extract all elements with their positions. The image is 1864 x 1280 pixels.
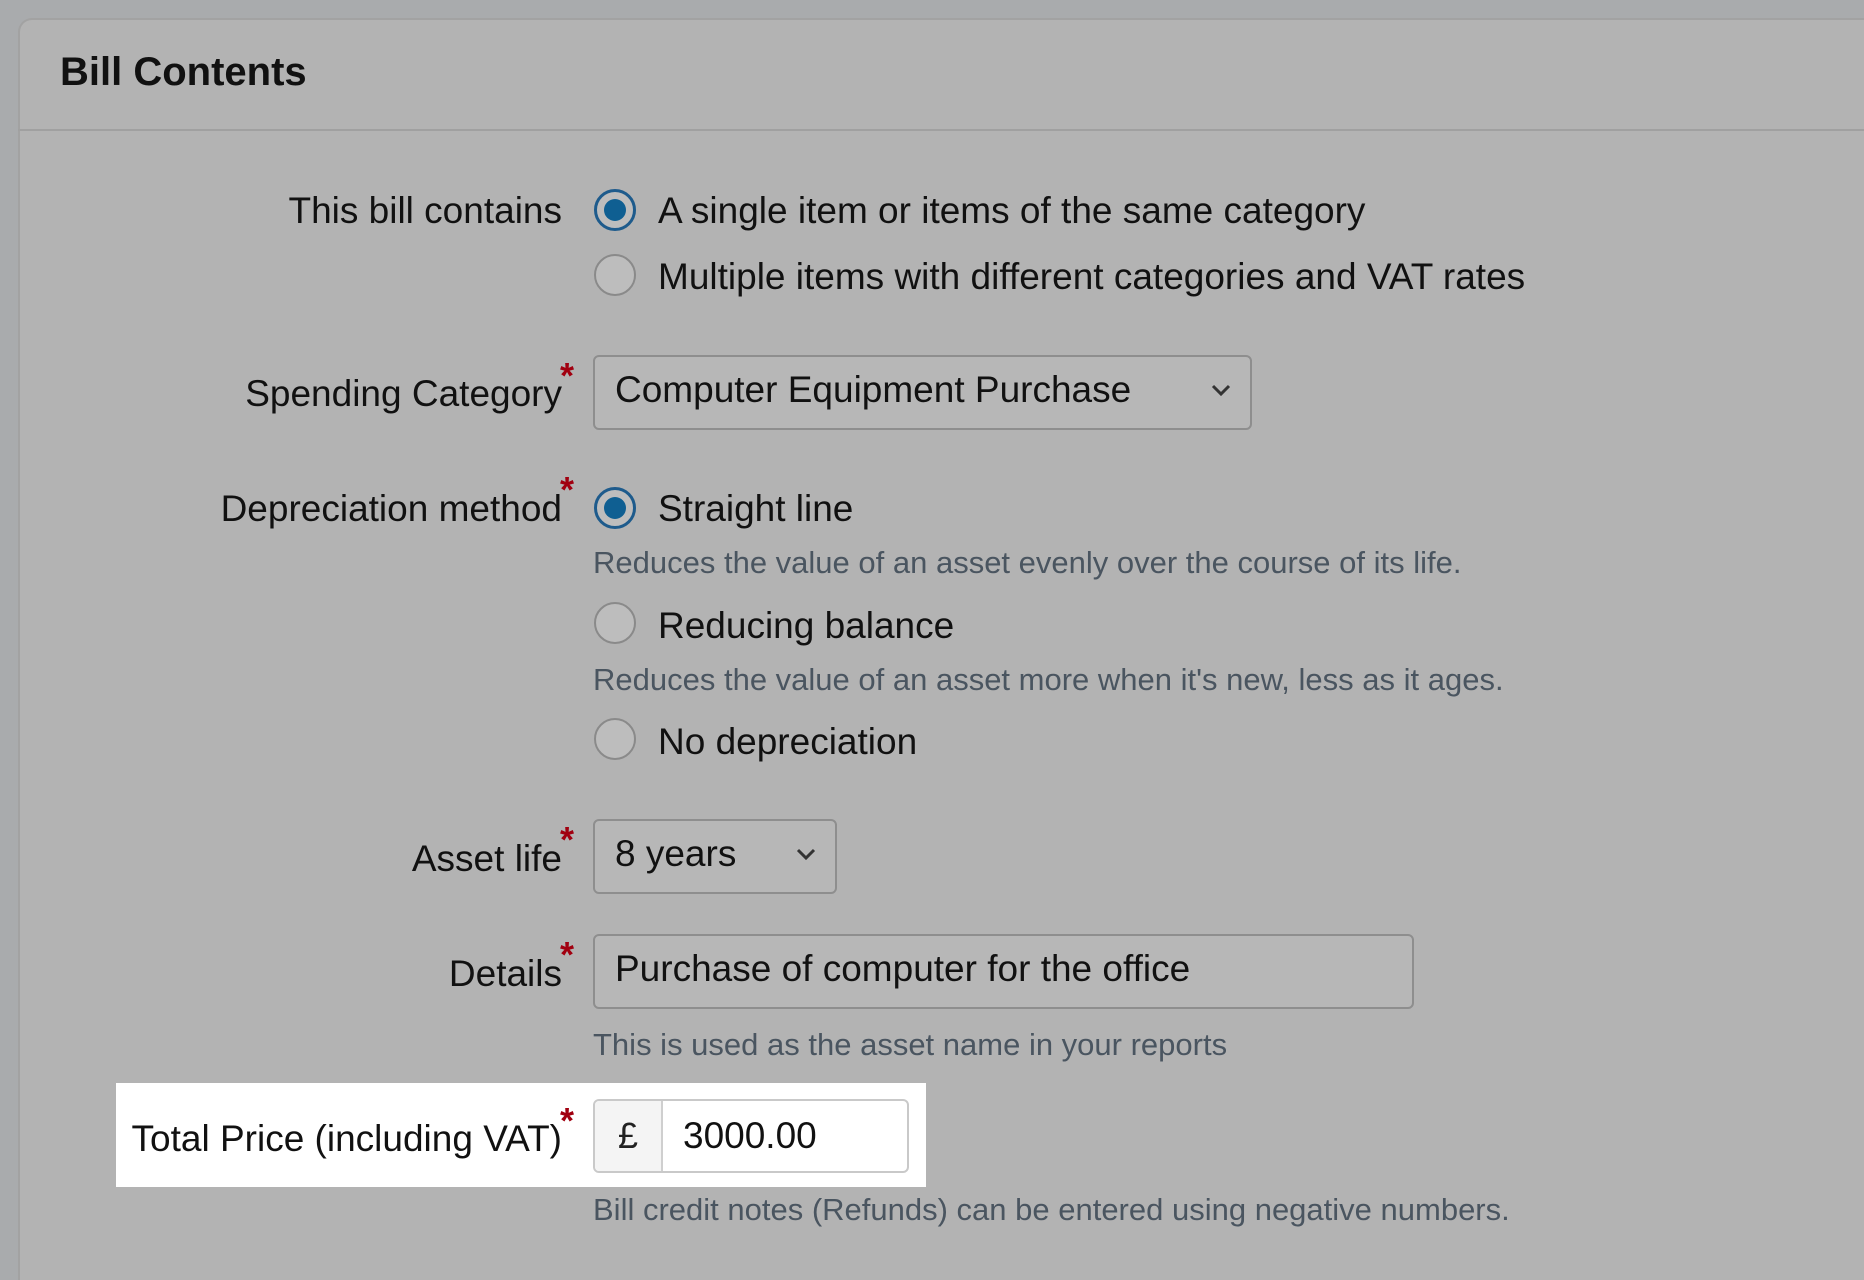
asset-life-value: 8 years (615, 833, 737, 874)
total-price-input[interactable]: 3000.00 (663, 1101, 907, 1171)
radio-reducing-balance[interactable] (594, 602, 636, 644)
option-single-item-label[interactable]: A single item or items of the same categ… (658, 190, 1365, 232)
radio-no-depreciation[interactable] (594, 718, 636, 760)
details-input[interactable]: Purchase of computer for the office (593, 934, 1414, 1009)
panel-title: Bill Contents (60, 50, 307, 94)
details-value: Purchase of computer for the office (615, 948, 1191, 989)
required-marker: * (560, 355, 575, 396)
required-marker: * (560, 934, 575, 975)
depreciation-method-label: Depreciation method (220, 488, 562, 529)
required-marker: * (560, 1100, 575, 1141)
chevron-down-icon (1211, 384, 1231, 397)
chevron-down-icon (796, 848, 816, 861)
required-marker: * (560, 469, 575, 510)
spending-category-label: Spending Category (245, 373, 562, 414)
details-label: Details (448, 953, 562, 994)
currency-symbol: £ (595, 1101, 663, 1171)
bill-contains-label: This bill contains (288, 190, 562, 231)
asset-life-label: Asset life (411, 838, 562, 879)
reducing-balance-hint: Reduces the value of an asset more when … (593, 662, 1504, 697)
required-marker: * (560, 819, 575, 860)
spending-category-value: Computer Equipment Purchase (615, 369, 1132, 410)
radio-straight-line[interactable] (594, 487, 636, 529)
total-price-input-group[interactable]: £ 3000.00 (593, 1099, 909, 1173)
asset-life-select[interactable]: 8 years (593, 819, 837, 894)
radio-multiple-items[interactable] (594, 254, 636, 296)
option-straight-line-label[interactable]: Straight line (658, 488, 853, 530)
panel-divider (18, 129, 1864, 131)
total-price-label: Total Price (including VAT) (131, 1118, 562, 1159)
straight-line-hint: Reduces the value of an asset evenly ove… (593, 545, 1462, 580)
total-price-hint: Bill credit notes (Refunds) can be enter… (593, 1192, 1510, 1227)
radio-single-item[interactable] (594, 189, 636, 231)
details-hint: This is used as the asset name in your r… (593, 1027, 1228, 1062)
option-no-depreciation-label[interactable]: No depreciation (658, 721, 917, 763)
spending-category-select[interactable]: Computer Equipment Purchase (593, 355, 1252, 430)
option-reducing-balance-label[interactable]: Reducing balance (658, 605, 954, 647)
option-multiple-items-label[interactable]: Multiple items with different categories… (658, 256, 1525, 298)
